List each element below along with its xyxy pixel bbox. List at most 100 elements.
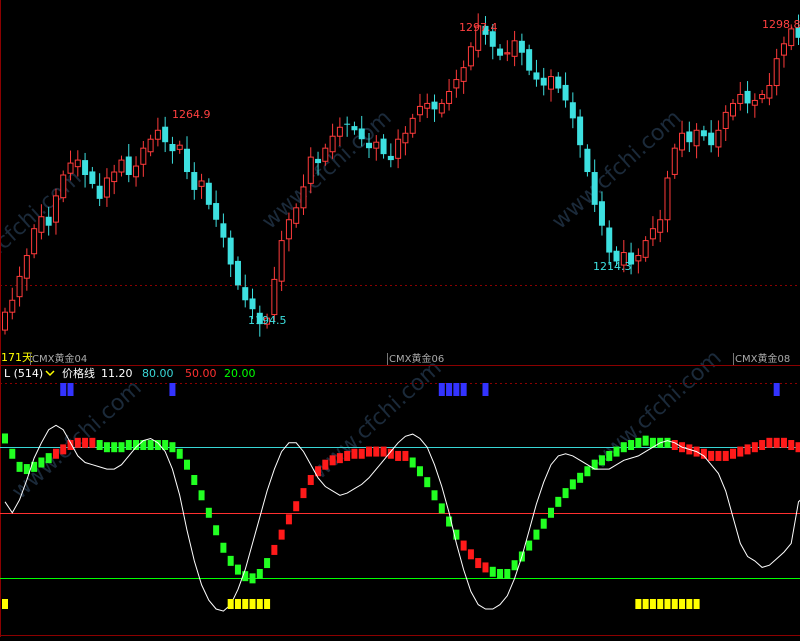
annotation-high-1: 1264.9 [172, 108, 211, 121]
signal-bottom-marker [650, 599, 656, 609]
candle-body [213, 203, 219, 220]
signal-bottom-marker [643, 599, 649, 609]
candle-body [330, 136, 335, 152]
indicator-block [199, 490, 205, 500]
candle [774, 49, 779, 96]
candle-body [169, 144, 175, 151]
chart-window: www.cfchi.com www.cfchi.com www.cfchi.co… [0, 0, 800, 637]
signal-bottom-marker [2, 599, 8, 609]
candle [213, 191, 219, 227]
candle-body [374, 142, 379, 148]
candle [439, 99, 444, 117]
candle [767, 73, 772, 105]
indicator-block [148, 440, 154, 450]
candle [541, 68, 547, 95]
indicator-block [17, 462, 23, 472]
days-label: 171天 [1, 351, 33, 364]
candle-body [468, 47, 473, 66]
signal-top-marker [774, 383, 780, 396]
candle-body [82, 160, 88, 175]
indicator-block [766, 438, 772, 448]
indicator-block [75, 438, 81, 448]
indicator-block [563, 488, 569, 498]
indicator-block [228, 556, 234, 566]
candle-body [505, 53, 510, 54]
indicator-block [774, 438, 780, 448]
candle-body [425, 103, 430, 108]
indicator-block [279, 530, 285, 540]
candle-body [461, 68, 466, 82]
candle [672, 144, 677, 179]
indicator-block [257, 569, 263, 579]
indicator-selector[interactable]: L (514) [4, 367, 54, 380]
indicator-block [337, 453, 343, 463]
indicator-block [512, 560, 518, 570]
signal-bottom-marker [235, 599, 241, 609]
indicator-block [89, 438, 95, 448]
chevron-down-icon[interactable] [46, 371, 54, 375]
indicator-block [468, 549, 474, 559]
indicator-block [439, 503, 445, 513]
signal-top-marker [439, 383, 445, 396]
indicator-block [482, 562, 488, 572]
signal-bottom-marker [250, 599, 256, 609]
candle [454, 70, 459, 98]
candle-body [789, 29, 794, 46]
indicator-block [643, 436, 649, 446]
indicator-block [104, 442, 110, 452]
candle-body [323, 148, 328, 161]
candle-body [643, 241, 648, 258]
indicator-block [533, 530, 539, 540]
indicator-block [548, 508, 554, 518]
indicator-block [220, 543, 226, 553]
level-label-50: 50.00 [185, 367, 217, 380]
candle-body [89, 171, 95, 184]
indicator-block [475, 558, 481, 568]
indicator-block [293, 501, 299, 511]
candle [723, 105, 728, 141]
candle [417, 94, 422, 122]
candle-body [177, 145, 182, 149]
candle-body [512, 41, 517, 57]
candle [162, 117, 168, 152]
indicator-block [606, 451, 612, 461]
candle [104, 168, 109, 207]
candle-body [68, 163, 73, 173]
candle [716, 120, 721, 156]
indicator-block [111, 442, 117, 452]
candle-body [141, 148, 146, 164]
indicator-block [504, 569, 510, 579]
indicator-block [235, 565, 241, 575]
candle-body [199, 181, 204, 186]
candle-body [658, 220, 663, 233]
indicator-block [701, 449, 707, 459]
candle-body [760, 94, 765, 98]
candle-body [104, 178, 109, 197]
indicator-block [140, 440, 146, 450]
candle-body [636, 256, 641, 261]
candle [708, 120, 714, 152]
signal-top-marker [461, 383, 467, 396]
indicator-block [424, 477, 430, 487]
indicator-block [752, 442, 758, 452]
indicator-block [395, 451, 401, 461]
candle [694, 123, 699, 158]
signal-bottom-marker [264, 599, 270, 609]
candle-body [555, 77, 561, 89]
candle-body [592, 172, 598, 205]
price-panel: 1264.9 1194.5 1297.4 1214.3 1298.8 [0, 0, 800, 337]
candle [184, 136, 190, 179]
indicator-block [497, 569, 503, 579]
candle-body [577, 117, 583, 146]
candle [134, 156, 139, 186]
candle [279, 231, 284, 291]
candle [447, 79, 452, 111]
indicator-block [759, 440, 765, 450]
candle [650, 216, 655, 246]
indicator-block [664, 438, 670, 448]
annotation-high-3: 1298.8 [762, 18, 800, 31]
indicator-name[interactable]: L (514) [4, 367, 43, 380]
indicator-block [250, 573, 256, 583]
candle-body [533, 72, 539, 79]
candle [505, 40, 510, 61]
